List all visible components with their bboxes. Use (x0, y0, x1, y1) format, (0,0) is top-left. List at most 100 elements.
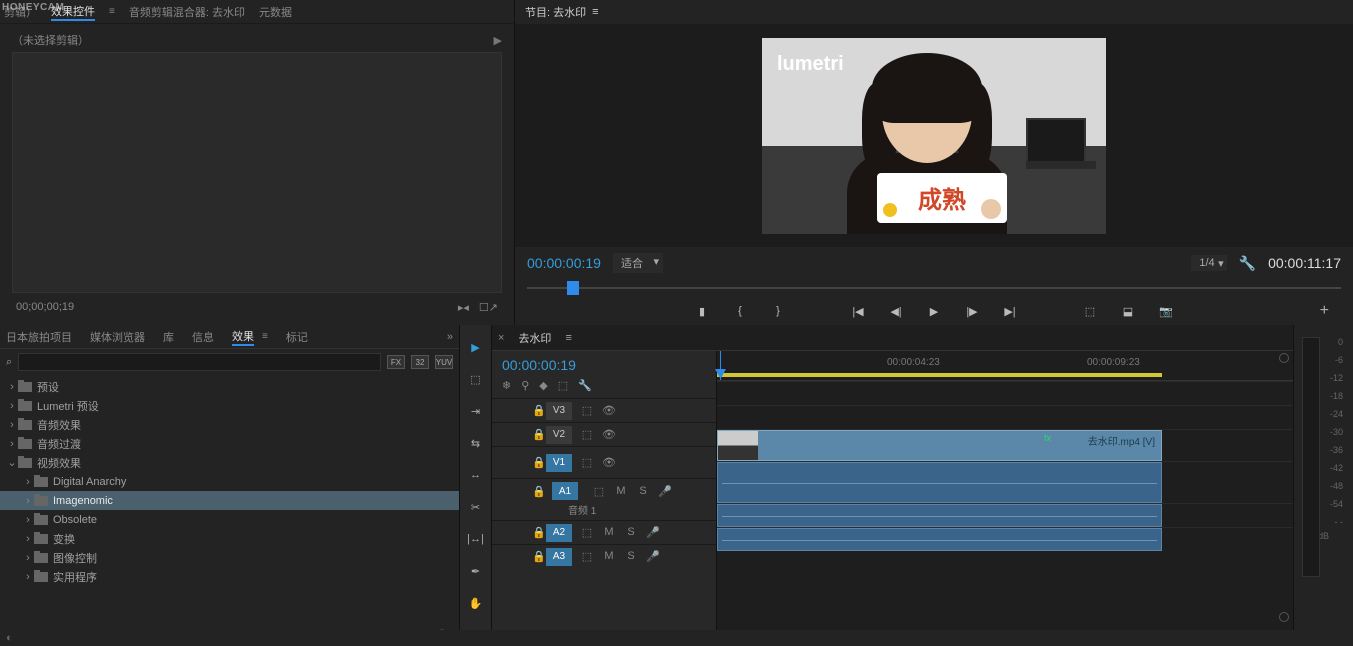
tree-item-视频效果[interactable]: 视频效果 (0, 453, 459, 472)
tab-project[interactable]: 日本旅拍项目 (6, 329, 72, 345)
badge-fx[interactable]: FX (387, 355, 405, 369)
tab-library[interactable]: 库 (163, 329, 174, 345)
close-sequence-icon[interactable]: × (498, 332, 504, 344)
effects-menu-icon[interactable]: ≡ (262, 331, 268, 342)
go-to-in-button[interactable]: |◀ (850, 303, 866, 319)
lock-icon[interactable]: 🔒 (532, 456, 546, 469)
loop-only-icon[interactable]: ▸◂ (458, 301, 469, 314)
chevron-icon[interactable] (22, 476, 34, 488)
track-row-a3[interactable] (717, 527, 1293, 551)
tree-item-图像控制[interactable]: 图像控制 (0, 548, 459, 567)
chevron-icon[interactable] (22, 552, 34, 564)
tree-item-预设[interactable]: 预设 (0, 377, 459, 396)
play-arrow-icon[interactable]: ▶ (494, 34, 502, 47)
razor-tool[interactable]: ✂ (466, 497, 486, 517)
timeline-timecode[interactable]: 00:00:00:19 (502, 357, 706, 373)
effects-search-input[interactable] (18, 353, 381, 371)
export-icon[interactable]: ☐↗ (479, 301, 498, 314)
audio-clip-a1[interactable] (717, 462, 1162, 503)
track-header-a2[interactable]: 🔒A2⬚MS🎤 (492, 520, 716, 544)
zoom-fit-dropdown[interactable]: 适合 (613, 253, 663, 273)
lock-icon[interactable]: 🔒 (532, 550, 546, 563)
marker-add-icon[interactable]: ◆ (539, 379, 547, 392)
linked-selection-icon[interactable]: ⚲ (521, 379, 529, 392)
chevron-icon[interactable] (6, 438, 18, 450)
lock-icon[interactable]: 🔒 (532, 485, 546, 498)
sync-lock-icon[interactable]: ⬚ (580, 526, 594, 539)
track-scroll-bottom[interactable] (1279, 612, 1289, 622)
voice-over-icon[interactable]: 🎤 (658, 485, 672, 498)
track-row-v2[interactable] (717, 405, 1293, 429)
lock-icon[interactable]: 🔒 (532, 404, 546, 417)
track-header-v3[interactable]: 🔒V3 ⬚ 👁 (492, 398, 716, 422)
voice-over-icon[interactable]: 🎤 (646, 526, 660, 539)
track-select-tool[interactable]: ⬚ (466, 369, 486, 389)
tab-audio-mixer[interactable]: 音频剪辑混合器: 去水印 (129, 4, 245, 20)
resolution-dropdown[interactable]: 1/4 (1191, 255, 1226, 271)
track-row-a1[interactable] (717, 461, 1293, 503)
ripple-edit-tool[interactable]: ⇥ (466, 401, 486, 421)
overflow-button[interactable]: » (447, 331, 453, 343)
track-row-v1[interactable]: fx 去水印.mp4 [V] (717, 429, 1293, 461)
video-clip[interactable]: fx 去水印.mp4 [V] (717, 430, 1162, 461)
program-video-area[interactable]: 成熟 lumetri (515, 24, 1353, 247)
program-timecode[interactable]: 00:00:00:19 (527, 255, 601, 271)
tree-item-实用程序[interactable]: 实用程序 (0, 567, 459, 586)
lock-icon[interactable]: 🔒 (532, 428, 546, 441)
solo-icon[interactable]: S (624, 526, 638, 539)
step-forward-button[interactable]: |▶ (964, 303, 980, 319)
program-scrubber[interactable] (527, 279, 1341, 297)
rolling-edit-tool[interactable]: ⇆ (466, 433, 486, 453)
sequence-menu-icon[interactable]: ≡ (565, 332, 571, 344)
panel-menu-icon[interactable]: ≡ (109, 6, 115, 17)
tab-markers[interactable]: 标记 (286, 329, 308, 345)
selection-tool[interactable]: ▶ (466, 337, 486, 357)
badge-yuv[interactable]: YUV (435, 355, 453, 369)
audio-clip-a2[interactable] (717, 504, 1162, 527)
track-label[interactable]: V3 (546, 402, 572, 420)
track-header-v1[interactable]: 🔒V1⬚👁 (492, 446, 716, 478)
tree-item-lumetri-预设[interactable]: Lumetri 预设 (0, 396, 459, 415)
extract-button[interactable]: ⬓ (1120, 303, 1136, 319)
tree-item-变换[interactable]: 变换 (0, 529, 459, 548)
sync-lock-icon[interactable]: ⬚ (580, 550, 594, 563)
timeline-content[interactable]: 00:00:04:2300:00:09:23 fx 去水印.mp4 [V] (717, 351, 1293, 646)
solo-icon[interactable]: S (624, 550, 638, 563)
tab-metadata[interactable]: 元数据 (259, 4, 292, 20)
sync-lock-icon[interactable]: ⬚ (580, 456, 594, 469)
track-label[interactable]: V1 (546, 454, 572, 472)
track-row-a2[interactable] (717, 503, 1293, 527)
sync-lock-icon[interactable]: ⬚ (580, 428, 594, 441)
step-back-button[interactable]: ◀| (888, 303, 904, 319)
tab-media-browser[interactable]: 媒体浏览器 (90, 329, 145, 345)
tree-item-digital-anarchy[interactable]: Digital Anarchy (0, 472, 459, 491)
track-scroll-top[interactable] (1279, 353, 1289, 363)
tab-info[interactable]: 信息 (192, 329, 214, 345)
set-in-button[interactable]: { (732, 303, 748, 319)
sync-lock-icon[interactable]: ⬚ (592, 485, 606, 498)
sync-lock-icon[interactable]: ⬚ (580, 404, 594, 417)
mute-icon[interactable]: M (602, 526, 616, 539)
timeline-settings-icon[interactable]: ⬚ (558, 379, 568, 392)
chevron-icon[interactable] (6, 419, 18, 431)
wrench-icon[interactable]: 🔧 (578, 379, 592, 392)
set-out-button[interactable]: } (770, 303, 786, 319)
tree-item-imagenomic[interactable]: Imagenomic (0, 491, 459, 510)
track-label[interactable]: V2 (546, 426, 572, 444)
lock-icon[interactable]: 🔒 (532, 526, 546, 539)
hand-tool[interactable]: ✋ (466, 593, 486, 613)
slip-tool[interactable]: |↔| (466, 529, 486, 549)
voice-over-icon[interactable]: 🎤 (646, 550, 660, 563)
track-header-a1[interactable]: 🔒A1⬚MS🎤音频 1 (492, 478, 716, 520)
chevron-icon[interactable] (6, 456, 18, 469)
eye-icon[interactable]: 👁 (602, 404, 616, 417)
snap-icon[interactable]: ❄ (502, 379, 511, 392)
lift-button[interactable]: ⬚ (1082, 303, 1098, 319)
add-button[interactable]: + (1320, 302, 1329, 320)
play-button[interactable]: ▶ (926, 303, 942, 319)
sequence-tab[interactable]: 去水印 (510, 328, 559, 348)
audio-clip-a3[interactable] (717, 528, 1162, 551)
track-row-v3[interactable] (717, 381, 1293, 405)
track-label[interactable]: A3 (546, 548, 572, 566)
chevron-icon[interactable] (22, 495, 34, 507)
